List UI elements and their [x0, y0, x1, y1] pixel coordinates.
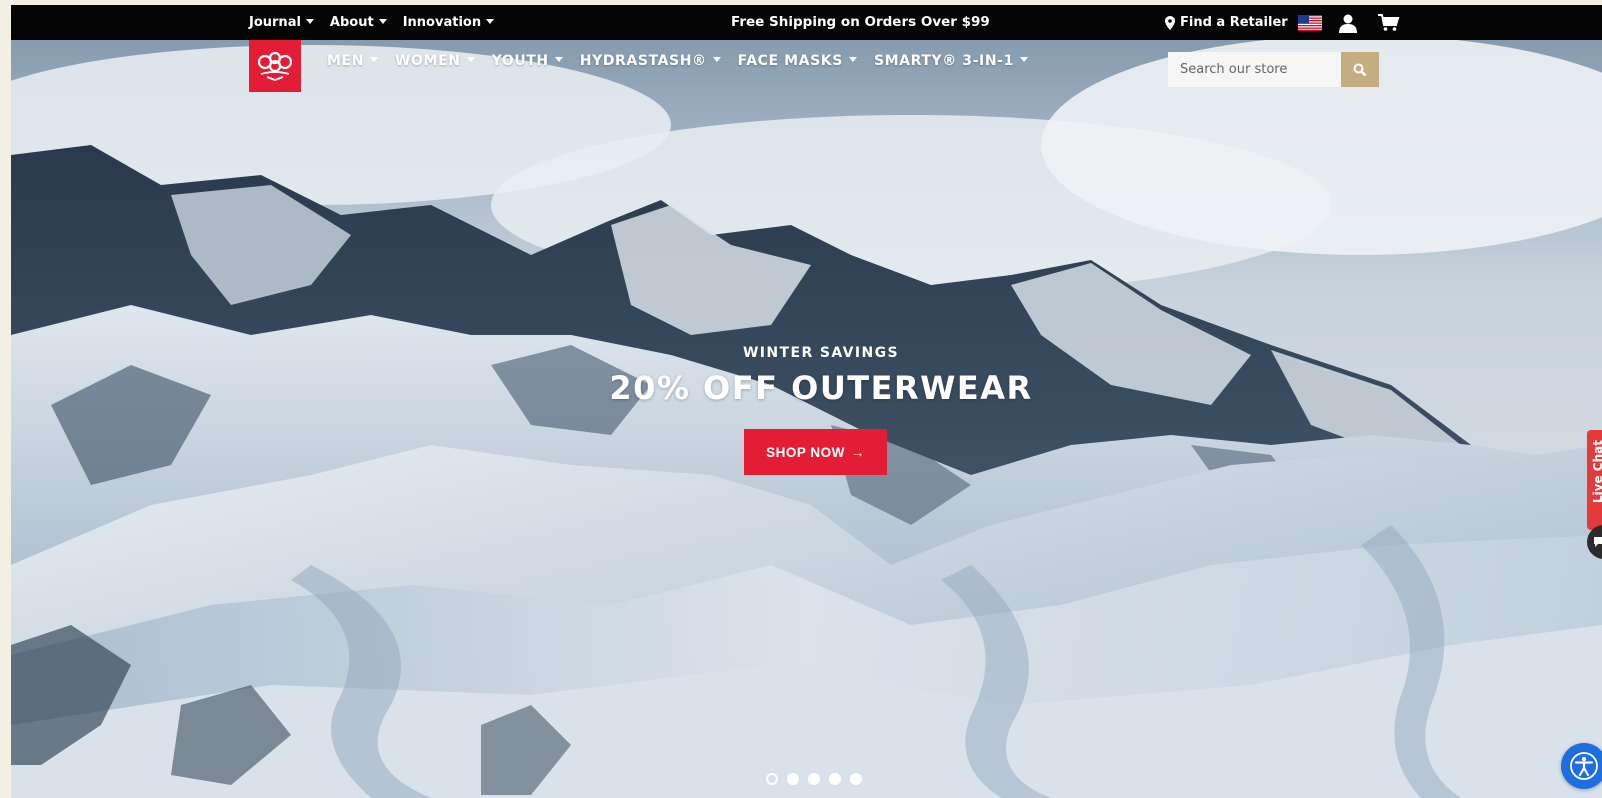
slider-dots	[766, 773, 862, 785]
nav-label: YOUTH	[491, 53, 549, 69]
hero-eyebrow: WINTER SAVINGS	[742, 345, 900, 361]
shipping-promo: Free Shipping on Orders Over $99	[731, 14, 990, 30]
caret-down-icon	[848, 57, 857, 62]
main-nav: MEN WOMEN YOUTH HYDRASTASH® FACE MASKS S…	[327, 53, 1028, 69]
slider-dot-1[interactable]	[766, 773, 778, 785]
caret-down-icon	[305, 18, 314, 24]
top-bar: Journal About Innovation Free Shipping o…	[11, 5, 1602, 40]
search-input[interactable]	[1168, 52, 1341, 87]
slider-dot-5[interactable]	[850, 773, 862, 785]
shop-now-button[interactable]: SHOP NOW →	[744, 429, 887, 475]
user-icon[interactable]	[1338, 13, 1358, 33]
accessibility-button[interactable]	[1561, 743, 1602, 789]
nav-men[interactable]: MEN	[327, 53, 379, 69]
utility-nav: Journal About Innovation	[249, 5, 495, 40]
slider-dot-4[interactable]	[829, 773, 841, 785]
page: Journal About Innovation Free Shipping o…	[11, 5, 1602, 798]
shop-now-label: SHOP NOW	[766, 444, 845, 460]
brand-logo[interactable]	[249, 40, 301, 92]
search-icon	[1353, 63, 1367, 76]
utility-nav-innovation[interactable]: Innovation	[402, 15, 495, 30]
caret-down-icon	[554, 57, 563, 62]
search-bar	[1168, 52, 1379, 87]
caret-down-icon	[486, 18, 495, 24]
accessibility-icon	[1570, 752, 1598, 780]
nav-label: WOMEN	[395, 53, 461, 69]
nav-smarty[interactable]: SMARTY® 3-IN-1	[874, 53, 1028, 69]
live-chat-tab[interactable]: Live Chat	[1587, 430, 1602, 530]
nav-label: SMARTY® 3-IN-1	[873, 53, 1014, 69]
utility-actions: Find a Retailer	[1165, 5, 1400, 40]
caret-down-icon	[370, 57, 379, 62]
utility-nav-label: Journal	[249, 15, 301, 30]
utility-nav-about[interactable]: About	[330, 15, 387, 30]
nav-label: MEN	[327, 53, 365, 69]
us-flag-icon[interactable]	[1297, 14, 1322, 31]
search-button[interactable]	[1341, 52, 1379, 87]
nav-youth[interactable]: YOUTH	[492, 53, 563, 69]
utility-nav-label: Innovation	[402, 15, 482, 30]
caret-down-icon	[378, 18, 387, 24]
caret-down-icon	[1019, 57, 1028, 62]
utility-nav-journal[interactable]: Journal	[249, 15, 314, 30]
nav-label: FACE MASKS	[737, 53, 843, 69]
utility-nav-label: About	[329, 15, 374, 30]
slider-dot-3[interactable]	[808, 773, 820, 785]
find-retailer-label: Find a Retailer	[1180, 15, 1288, 30]
nav-face-masks[interactable]: FACE MASKS	[738, 53, 857, 69]
nav-hydrastash[interactable]: HYDRASTASH®	[580, 53, 721, 69]
caret-down-icon	[466, 57, 475, 62]
slider-dot-2[interactable]	[787, 773, 799, 785]
caret-down-icon	[712, 57, 721, 62]
find-retailer-link[interactable]: Find a Retailer	[1165, 15, 1288, 30]
arrow-right-icon: →	[850, 444, 865, 460]
686-logo-icon	[257, 51, 293, 81]
nav-women[interactable]: WOMEN	[395, 53, 475, 69]
map-pin-icon	[1165, 15, 1175, 30]
cart-icon[interactable]	[1377, 13, 1400, 32]
chat-icon	[1594, 537, 1602, 547]
live-chat-label: Live Chat	[1591, 440, 1602, 504]
hero-headline: 20% OFF OUTERWEAR	[609, 369, 1033, 407]
nav-label: HYDRASTASH®	[579, 53, 707, 69]
